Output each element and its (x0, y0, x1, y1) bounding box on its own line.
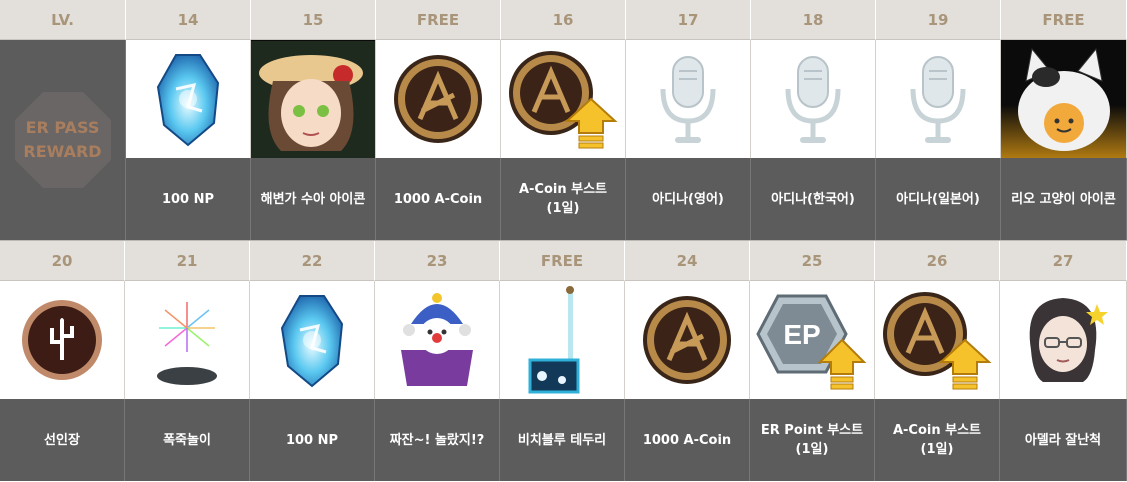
reward-label: 1000 A-Coin (376, 158, 501, 240)
reward-image-cell[interactable] (376, 40, 501, 158)
reward-label: 아델라 잘난척 (1000, 399, 1127, 481)
reward-label: 100 NP (126, 158, 251, 240)
reward-image-cell[interactable] (125, 281, 250, 399)
reward-label: A-Coin 부스트 (1일) (875, 399, 1000, 481)
fireworks-icon (137, 290, 237, 390)
sua-beach-portrait-icon (251, 40, 375, 158)
rio-cat-icon (1002, 41, 1126, 158)
np-crystal-icon (148, 49, 228, 149)
reward-label: A-Coin 부스트 (1일) (501, 158, 626, 240)
reward-image-cell[interactable] (875, 281, 1000, 399)
reward-image-cell[interactable] (751, 40, 876, 158)
er-pass-badge: ER PASS REWARD (13, 90, 113, 190)
reward-image-cell[interactable] (500, 281, 625, 399)
level-header: 19 (876, 0, 1001, 40)
level-header: 26 (875, 241, 1000, 281)
adela-portrait-icon (1013, 290, 1113, 390)
level-header: 15 (251, 0, 376, 40)
level-header: 17 (626, 0, 751, 40)
er-pass-reward-text: ER PASS REWARD (23, 118, 102, 161)
jester-box-icon (387, 290, 487, 390)
level-header: 21 (125, 241, 250, 281)
a-coin-icon (641, 294, 733, 386)
reward-label: ER Point 부스트 (1일) (750, 399, 875, 481)
reward-label: 해변가 수아 아이콘 (251, 158, 376, 240)
reward-image-cell[interactable] (501, 40, 626, 158)
reward-label: 1000 A-Coin (625, 399, 750, 481)
reward-label: 아디나(일본어) (876, 158, 1001, 240)
reward-image-cell[interactable] (375, 281, 500, 399)
level-header: 18 (751, 0, 876, 40)
er-point-boost-icon: EP (756, 290, 868, 390)
er-pass-reward-panel: ER PASS REWARD (0, 40, 126, 240)
reward-label: 100 NP (250, 399, 375, 481)
reward-image-cell[interactable] (250, 281, 375, 399)
cactus-emblem-icon (20, 298, 104, 382)
a-coin-icon (392, 53, 484, 145)
a-coin-boost-icon (881, 290, 993, 390)
level-header: FREE (500, 241, 625, 281)
reward-image-cell[interactable] (876, 40, 1001, 158)
level-header: 14 (126, 0, 251, 40)
reward-image-cell[interactable] (126, 40, 251, 158)
reward-label: 비치블루 테두리 (500, 399, 625, 481)
level-header: 16 (501, 0, 626, 40)
svg-text:EP: EP (783, 319, 820, 350)
reward-image-cell[interactable] (251, 40, 376, 158)
reward-image-cell[interactable] (626, 40, 751, 158)
level-header: 23 (375, 241, 500, 281)
level-header: 22 (250, 241, 375, 281)
a-coin-boost-icon (507, 49, 619, 149)
level-header: 25 (750, 241, 875, 281)
microphone-icon (653, 49, 723, 149)
beach-blue-frame-icon (522, 284, 602, 396)
reward-label: 리오 고양이 아이콘 (1001, 158, 1127, 240)
microphone-icon (778, 49, 848, 149)
reward-image-cell[interactable] (0, 281, 125, 399)
level-header: FREE (376, 0, 501, 40)
microphone-icon (903, 49, 973, 149)
level-header: 20 (0, 241, 125, 281)
reward-label: 짜잔~! 놀랐지!? (375, 399, 500, 481)
np-crystal-icon (272, 290, 352, 390)
reward-label: 아디나(한국어) (751, 158, 876, 240)
reward-image-cell[interactable] (625, 281, 750, 399)
reward-label: 아디나(영어) (626, 158, 751, 240)
reward-label: 폭죽놀이 (125, 399, 250, 481)
level-header: 24 (625, 241, 750, 281)
reward-image-cell[interactable] (1000, 281, 1127, 399)
pass-reward-table: LV. ER PASS REWARD 14 100 NP 15 해변가 수아 아이… (0, 0, 1127, 482)
reward-image-cell[interactable] (1001, 40, 1127, 158)
level-header: FREE (1001, 0, 1127, 40)
reward-image-cell[interactable]: EP (750, 281, 875, 399)
level-header: LV. (0, 0, 126, 40)
reward-label: 선인장 (0, 399, 125, 481)
level-header: 27 (1000, 241, 1127, 281)
